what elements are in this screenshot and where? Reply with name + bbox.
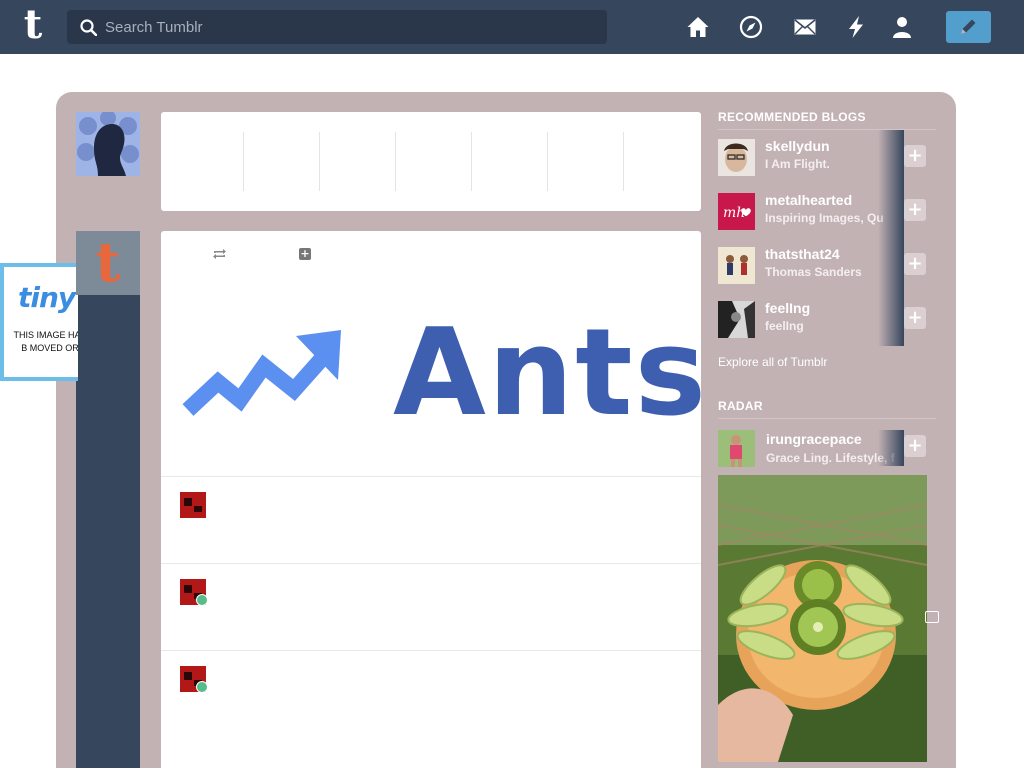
home-icon[interactable] — [686, 15, 710, 39]
search-icon — [80, 19, 97, 36]
composer-divider — [623, 132, 624, 191]
follow-plus-button[interactable]: + — [904, 253, 926, 275]
post-composer[interactable] — [161, 112, 701, 211]
composer-divider — [395, 132, 396, 191]
recommended-blog-item[interactable]: feelIng feelIng + — [718, 292, 928, 346]
post-avatar-column — [76, 231, 140, 768]
radar-post-image[interactable] — [718, 475, 927, 762]
blog-avatar[interactable] — [718, 430, 755, 467]
recommended-blog-item[interactable]: skellydun I Am Flight. + — [718, 130, 928, 184]
post-author-avatar[interactable]: t — [76, 231, 140, 295]
default-avatar-icon — [76, 112, 140, 176]
inbox-icon[interactable] — [793, 15, 817, 39]
section-divider — [718, 418, 936, 419]
tiny-logo: tiny — [18, 281, 76, 314]
svg-text:mh: mh — [723, 205, 745, 221]
search-input[interactable] — [105, 10, 595, 44]
note-divider — [161, 476, 701, 477]
fade-overlay — [878, 238, 904, 292]
note-divider — [161, 650, 701, 651]
keyboard-shortcuts-icon[interactable] — [925, 611, 939, 623]
blog-avatar[interactable]: mh — [718, 193, 755, 230]
composer-divider — [243, 132, 244, 191]
reblog-badge-icon — [196, 594, 208, 606]
compose-button[interactable] — [946, 11, 991, 43]
blog-avatar[interactable] — [718, 301, 755, 338]
note-avatar[interactable] — [180, 492, 206, 518]
radar-blog-item[interactable]: irungracepace Grace Ling. Lifestyle, f + — [718, 420, 928, 470]
follow-plus-button[interactable]: + — [904, 199, 926, 221]
blog-avatar[interactable] — [718, 247, 755, 284]
composer-divider — [547, 132, 548, 191]
fade-overlay — [878, 292, 904, 346]
top-navigation-bar: t — [0, 0, 1024, 54]
fade-overlay — [878, 430, 904, 466]
user-avatar[interactable] — [76, 112, 140, 176]
recommended-blogs-heading: RECOMMENDED BLOGS — [718, 110, 866, 124]
blog-name[interactable]: thatsthat24 — [765, 246, 840, 262]
radar-heading: RADAR — [718, 399, 763, 413]
activity-icon[interactable] — [844, 15, 868, 39]
account-icon[interactable] — [890, 15, 914, 39]
pencil-icon — [961, 19, 976, 34]
reblog-badge-icon — [196, 681, 208, 693]
fruit-spider-photo — [718, 475, 927, 762]
composer-divider — [471, 132, 472, 191]
fade-overlay — [878, 184, 904, 238]
note-divider — [161, 563, 701, 564]
blog-avatar[interactable] — [718, 139, 755, 176]
fade-overlay — [878, 130, 904, 184]
blog-name[interactable]: feelIng — [765, 300, 810, 316]
composer-divider — [319, 132, 320, 191]
recommended-blog-item[interactable]: thatsthat24 Thomas Sanders + — [718, 238, 928, 292]
follow-plus-button[interactable]: + — [904, 145, 926, 167]
blog-name[interactable]: metalhearted — [765, 192, 852, 208]
explore-icon[interactable] — [739, 15, 763, 39]
post-image-text: Ants — [393, 304, 709, 443]
broken-image-placeholder: tiny THIS IMAGE HAS B MOVED OR — [0, 263, 78, 381]
tumblr-t-logo-icon: t — [95, 230, 121, 294]
missing-image-message: THIS IMAGE HAS B MOVED OR — [13, 330, 78, 353]
tumblr-logo[interactable]: t — [16, 5, 50, 46]
blog-name[interactable]: skellydun — [765, 138, 830, 154]
explore-all-link[interactable]: Explore all of Tumblr — [718, 355, 827, 369]
recommended-blog-item[interactable]: mh metalhearted Inspiring Images, Qu + — [718, 184, 928, 238]
reblog-icon[interactable] — [212, 247, 227, 261]
follow-plus-button[interactable]: + — [904, 435, 926, 457]
search-box[interactable] — [67, 10, 607, 44]
plus-icon[interactable]: + — [299, 248, 311, 260]
follow-plus-button[interactable]: + — [904, 307, 926, 329]
blog-name[interactable]: irungracepace — [766, 431, 862, 447]
